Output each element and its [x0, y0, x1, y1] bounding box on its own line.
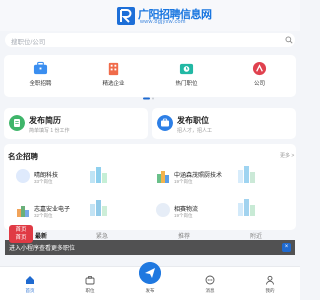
category-label: 精选企业: [102, 81, 125, 87]
section-title: 名企招聘: [8, 152, 38, 161]
card-subtitle: 简单填写 1 份工作: [29, 128, 70, 134]
home-icon: [26, 276, 34, 284]
company-name: 志嘉安业电子: [34, 207, 71, 213]
company-name: 相赛物流: [174, 207, 199, 213]
brand-logo-icon: [117, 7, 135, 25]
nav-label: 发布: [145, 288, 155, 293]
briefcase-icon: [33, 61, 48, 75]
company-name: 中涵森茂照厨技术: [174, 173, 223, 179]
search-placeholder: 搜职位/公司: [11, 39, 46, 46]
card-title: 发布简历: [29, 116, 61, 125]
close-icon[interactable]: ×: [282, 243, 291, 252]
company-item[interactable]: 志嘉安业电子 32个岗位: [16, 201, 156, 225]
category-label: 公司: [253, 81, 265, 87]
nav-label: 消息: [205, 288, 215, 293]
card-title: 发布职位: [177, 116, 209, 125]
category-hot-jobs[interactable]: 热门职位: [150, 55, 223, 97]
city-illustration: [90, 167, 107, 183]
send-icon[interactable]: [139, 262, 161, 284]
company-item[interactable]: 中涵森茂照厨技术 19个岗位: [156, 167, 296, 191]
resume-icon: [9, 115, 25, 131]
carousel-indicator: [143, 97, 154, 100]
tab-latest[interactable]: 最新: [35, 231, 47, 240]
category-company[interactable]: 公司: [223, 55, 296, 97]
building-icon: [108, 62, 119, 76]
hot-job-icon: [179, 63, 194, 75]
company-jobs: 19个岗位: [174, 179, 193, 184]
home-badge-label: 首页 首页: [15, 227, 27, 241]
company-logo: [157, 171, 169, 183]
nav-messages[interactable]: 消息: [180, 267, 240, 300]
job-tabs: 最新 紧急 推荐 附近: [4, 230, 296, 240]
post-job-icon: [157, 115, 173, 131]
job-icon: [85, 276, 95, 285]
company-logo: [17, 206, 29, 217]
tab-nearby[interactable]: 附近: [250, 231, 262, 240]
card-subtitle: 招人才，招人工: [177, 128, 213, 134]
nav-jobs[interactable]: 职位: [60, 267, 120, 300]
nav-label: 我的: [265, 288, 275, 293]
company-logo: [156, 203, 170, 217]
user-icon: [266, 275, 274, 285]
company-item[interactable]: 相赛物流 19个岗位: [156, 201, 296, 225]
nav-label: 首页: [25, 288, 35, 293]
nav-profile[interactable]: 我的: [240, 267, 300, 300]
category-fulltime[interactable]: 全职招聘: [4, 55, 77, 97]
company-jobs: 19个岗位: [174, 213, 193, 218]
category-grid: 全职招聘 精选企业 热门职位 公司: [4, 55, 296, 97]
city-illustration: [90, 200, 107, 216]
search-input[interactable]: 搜职位/公司: [5, 33, 295, 47]
home-badge: 首页 首页: [9, 225, 33, 243]
company-item[interactable]: 晴朗科技 33个岗位: [16, 167, 156, 191]
city-illustration: [238, 199, 255, 216]
company-logo: [16, 169, 30, 183]
category-featured[interactable]: 精选企业: [77, 55, 150, 97]
category-label: 热门职位: [175, 81, 198, 87]
message-icon: [205, 275, 215, 285]
tooltip-text: 进入小程序查看更多职位: [9, 246, 76, 252]
search-icon[interactable]: [285, 36, 293, 44]
tab-urgent[interactable]: 紧急: [96, 231, 108, 240]
category-label: 全职招聘: [29, 81, 52, 87]
company-jobs: 32个岗位: [34, 213, 53, 218]
company-jobs: 33个岗位: [34, 179, 53, 184]
tab-recommended[interactable]: 推荐: [178, 231, 190, 240]
nav-home[interactable]: 首页: [0, 267, 60, 300]
company-name: 晴朗科技: [34, 173, 59, 179]
city-illustration: [238, 166, 255, 183]
brand-domain: www.8gjyxw.com: [140, 19, 186, 25]
nav-label: 职位: [85, 288, 95, 293]
app-header: 广阳招聘信息网 www.8gjyxw.com: [0, 0, 300, 31]
famous-companies-section: 名企招聘 更多 > 晴朗科技 33个岗位 中涵森茂照厨技术 19个岗位 志嘉安业…: [4, 144, 296, 230]
company-icon: [252, 61, 267, 76]
miniprogram-tooltip[interactable]: 进入小程序查看更多职位 ×: [5, 240, 295, 255]
post-resume-card[interactable]: 发布简历 简单填写 1 份工作: [4, 108, 148, 139]
more-link[interactable]: 更多 >: [280, 152, 294, 159]
post-job-card[interactable]: 发布职位 招人才，招人工: [152, 108, 296, 139]
